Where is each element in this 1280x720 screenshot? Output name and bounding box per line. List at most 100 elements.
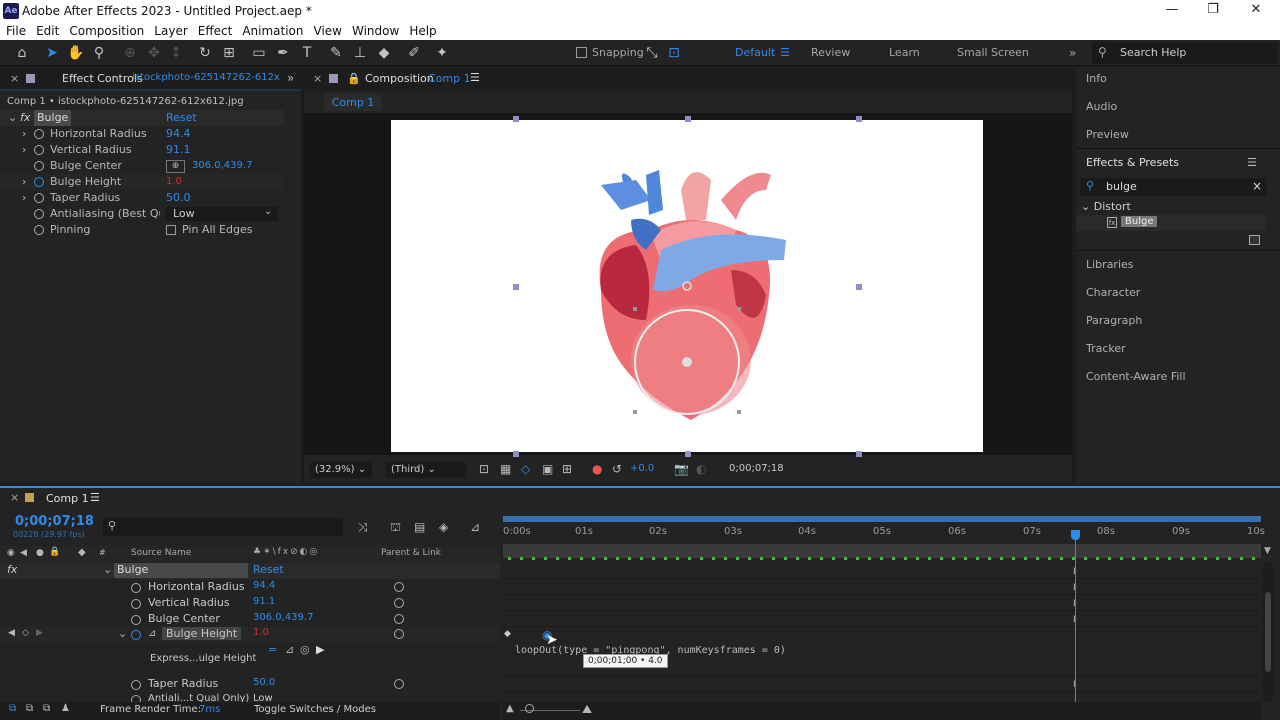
graph-editor-icon[interactable]: ⊿ [470, 520, 480, 534]
tl-value-bulge-center[interactable]: 306.0,439.7 [253, 612, 313, 623]
zoom-dropdown[interactable]: (32.9%) ⌄ [310, 462, 372, 478]
preview-panel[interactable]: Preview [1086, 128, 1129, 141]
menu-edit[interactable]: Edit [31, 22, 64, 40]
zoom-slider-handle[interactable] [525, 704, 534, 713]
home-icon[interactable]: ⌂ [12, 43, 32, 63]
menu-composition[interactable]: Composition [64, 22, 149, 40]
orbit-tool-icon[interactable]: ⊕ [120, 43, 140, 63]
menu-view[interactable]: View [309, 22, 347, 40]
panel-overflow-icon[interactable]: » [287, 71, 294, 85]
effect-expand-chevron-icon[interactable]: ⌄ [8, 110, 17, 126]
timeline-tab[interactable]: Comp 1 [46, 492, 89, 505]
new-bin-icon[interactable] [1249, 235, 1260, 245]
paragraph-panel[interactable]: Paragraph [1086, 314, 1142, 327]
panel-menu-icon[interactable]: ☰ [470, 71, 480, 84]
maximize-button[interactable]: ❐ [1198, 2, 1228, 17]
keyframe-diamond-icon[interactable]: ◆ [504, 629, 511, 639]
composition-name[interactable]: Comp 1 [428, 72, 471, 85]
close-tab-icon[interactable]: × [313, 72, 322, 85]
lock-icon[interactable]: 🔒 [347, 72, 361, 85]
channels-icon[interactable]: ● [592, 462, 602, 476]
workspace-default[interactable]: Default [735, 46, 775, 59]
timeline-search-input[interactable]: ⚲ [103, 518, 343, 536]
grid-icon[interactable]: ⊞ [562, 462, 572, 476]
workspace-review[interactable]: Review [811, 46, 850, 59]
zoom-in-icon[interactable]: ⛰ [582, 702, 592, 717]
effects-search-input[interactable]: ⚲ bulge × [1080, 178, 1266, 196]
stopwatch-icon[interactable] [34, 193, 44, 203]
close-tab-icon[interactable]: × [10, 72, 19, 85]
brush-tool-icon[interactable]: ✎ [326, 43, 346, 63]
bulge-center-point[interactable] [682, 357, 692, 367]
lock-icon[interactable]: 🔒 [49, 547, 60, 557]
guides-icon[interactable]: ▣ [542, 462, 553, 476]
stopwatch-active-icon[interactable] [131, 630, 141, 640]
libraries-panel[interactable]: Libraries [1086, 258, 1134, 271]
value-bulge-center[interactable]: 306.0,439.7 [192, 158, 252, 174]
snapshot-icon[interactable]: 📷 [674, 462, 689, 476]
effect-controls-tab[interactable]: Effect Controls [62, 72, 143, 85]
pen-tool-icon[interactable]: ✒ [273, 43, 293, 63]
menu-animation[interactable]: Animation [237, 22, 308, 40]
stopwatch-icon[interactable] [34, 145, 44, 155]
pin-all-edges-checkbox[interactable] [166, 225, 176, 235]
source-name-header[interactable]: Source Name [131, 548, 191, 558]
effect-expand-chevron-icon[interactable]: ⌄ [103, 563, 112, 576]
stopwatch-icon[interactable] [131, 583, 141, 593]
stopwatch-icon[interactable] [131, 615, 141, 625]
zoom-end-icon[interactable]: ▼ [1264, 546, 1271, 556]
add-keyframe-icon[interactable]: ◇ [22, 628, 29, 638]
distort-category[interactable]: ⌄ Distort [1081, 200, 1131, 213]
effects-presets-panel[interactable]: Effects & Presets [1086, 156, 1179, 169]
work-area-bar[interactable] [503, 516, 1261, 522]
more-workspaces-icon[interactable]: » [1069, 46, 1076, 60]
anchor-tool-icon[interactable]: ⊞ [219, 43, 239, 63]
eraser-tool-icon[interactable]: ◆ [374, 43, 394, 63]
viewer-timecode[interactable]: 0;00;07;18 [729, 463, 784, 474]
tl-value-vertical-radius[interactable]: 91.1 [253, 596, 275, 607]
graph-icon[interactable]: ⊿ [148, 628, 156, 639]
expand-chevron-icon[interactable]: › [22, 190, 26, 206]
rectangle-tool-icon[interactable]: ▭ [249, 43, 269, 63]
menu-effect[interactable]: Effect [193, 22, 238, 40]
workspace-learn[interactable]: Learn [889, 46, 920, 59]
label-icon[interactable]: ◆ [78, 547, 86, 558]
tl-value-antialiasing[interactable]: Low [253, 693, 273, 702]
stopwatch-icon[interactable] [34, 129, 44, 139]
region-icon[interactable]: ⊡ [479, 462, 489, 476]
info-panel[interactable]: Info [1086, 72, 1107, 85]
stopwatch-active-icon[interactable] [34, 177, 44, 187]
menu-layer[interactable]: Layer [149, 22, 192, 40]
stopwatch-icon[interactable] [34, 209, 44, 219]
effect-controls-layer[interactable]: istockphoto-625147262-612x [132, 72, 280, 83]
tl-value-taper-radius[interactable]: 50.0 [253, 677, 275, 688]
hide-shy-icon[interactable]: ▤ [414, 520, 425, 534]
draft-3d-icon[interactable]: ⛫ [390, 520, 401, 536]
expression-language-menu-icon[interactable]: ▶ [316, 643, 324, 656]
type-tool-icon[interactable]: T [297, 43, 317, 63]
transparency-grid-icon[interactable]: ▦ [500, 462, 511, 476]
minimize-button[interactable]: — [1157, 2, 1187, 17]
reset-exposure-icon[interactable]: ↺ [612, 462, 622, 476]
pick-whip-icon[interactable] [394, 679, 404, 689]
panel-menu-icon[interactable]: ☰ [1247, 156, 1257, 169]
tl-value-bulge-height[interactable]: 1.0 [253, 627, 269, 638]
clear-search-icon[interactable]: × [1252, 179, 1262, 193]
audio-icon[interactable]: ◀ [20, 548, 27, 558]
workspace-small-screen[interactable]: Small Screen [957, 46, 1029, 59]
eye-icon[interactable]: ◉ [7, 548, 15, 558]
crosshair-icon[interactable]: ⊕ [166, 160, 185, 173]
selection-tool-icon[interactable]: ➤ [42, 43, 62, 63]
render-time-icon[interactable]: ♟ [61, 703, 70, 714]
switches-icons[interactable]: ♣✶\fx⊘◐◎ [253, 547, 319, 557]
effect-reset-link[interactable]: Reset [166, 110, 197, 126]
value-vertical-radius[interactable]: 91.1 [166, 142, 191, 158]
pick-whip-icon[interactable] [394, 614, 404, 624]
character-panel[interactable]: Character [1086, 286, 1140, 299]
antialiasing-dropdown[interactable]: Low ⌄ [166, 206, 278, 221]
prev-keyframe-icon[interactable]: ◀ [8, 628, 15, 638]
timeline-effect-name[interactable]: Bulge [114, 563, 248, 578]
value-taper-radius[interactable]: 50.0 [166, 190, 191, 206]
pan-tool-icon[interactable]: ✥ [144, 43, 164, 63]
comp-canvas[interactable] [391, 120, 983, 452]
